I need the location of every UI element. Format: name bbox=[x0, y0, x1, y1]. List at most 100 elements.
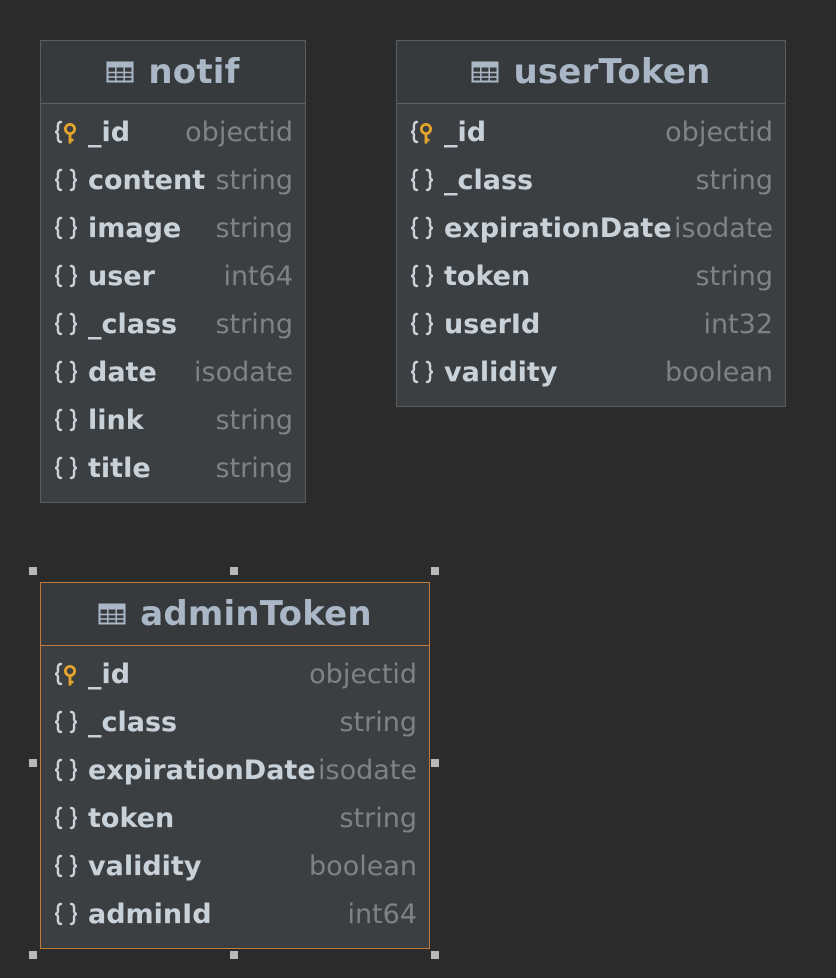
resize-handle[interactable] bbox=[230, 951, 238, 959]
field-row[interactable]: content string bbox=[41, 156, 305, 204]
field-row[interactable]: link string bbox=[41, 396, 305, 444]
field-row[interactable]: _class string bbox=[41, 300, 305, 348]
braces-icon bbox=[54, 360, 78, 384]
field-type: string bbox=[339, 706, 417, 738]
field-row[interactable]: _class string bbox=[41, 698, 429, 746]
key-icon bbox=[54, 662, 76, 686]
braces-icon bbox=[54, 168, 78, 192]
field-row[interactable]: validity boolean bbox=[41, 842, 429, 890]
field-type: string bbox=[695, 260, 773, 292]
field-type: string bbox=[215, 404, 293, 436]
entity-userToken[interactable]: userToken _id objectid _class string expirati… bbox=[396, 40, 786, 407]
field-name: expirationDate bbox=[444, 212, 672, 244]
table-icon bbox=[106, 61, 134, 83]
field-type: objectid bbox=[185, 116, 293, 148]
field-name: _class bbox=[88, 706, 178, 738]
field-row[interactable]: token string bbox=[41, 794, 429, 842]
entity-header[interactable]: userToken bbox=[397, 41, 785, 104]
field-name: userId bbox=[444, 308, 541, 340]
braces-icon bbox=[54, 710, 78, 734]
resize-handle[interactable] bbox=[29, 951, 37, 959]
field-row[interactable]: adminId int64 bbox=[41, 890, 429, 938]
field-name: token bbox=[88, 802, 175, 834]
field-row[interactable]: expirationDate isodate bbox=[397, 204, 785, 252]
field-name: token bbox=[444, 260, 531, 292]
field-row[interactable]: validity boolean bbox=[397, 348, 785, 396]
key-icon bbox=[410, 120, 432, 144]
field-type: string bbox=[339, 802, 417, 834]
field-row[interactable]: _class string bbox=[397, 156, 785, 204]
field-type: int64 bbox=[223, 260, 293, 292]
braces-icon bbox=[54, 854, 78, 878]
field-row[interactable]: image string bbox=[41, 204, 305, 252]
table-icon bbox=[471, 61, 499, 83]
entity-title: notif bbox=[148, 52, 240, 92]
field-row[interactable]: _id objectid bbox=[41, 108, 305, 156]
field-row[interactable]: user int64 bbox=[41, 252, 305, 300]
resize-handle[interactable] bbox=[29, 567, 37, 575]
field-type: isodate bbox=[318, 754, 417, 786]
field-name: _class bbox=[88, 308, 178, 340]
field-name: title bbox=[88, 452, 151, 484]
braces-icon bbox=[54, 902, 78, 926]
resize-handle[interactable] bbox=[431, 951, 439, 959]
field-row[interactable]: token string bbox=[397, 252, 785, 300]
field-type: objectid bbox=[665, 116, 773, 148]
field-name: link bbox=[88, 404, 144, 436]
field-type: int64 bbox=[347, 898, 417, 930]
field-row[interactable]: date isodate bbox=[41, 348, 305, 396]
field-name: _class bbox=[444, 164, 534, 196]
field-name: validity bbox=[444, 356, 558, 388]
field-type: string bbox=[215, 452, 293, 484]
field-type: boolean bbox=[665, 356, 773, 388]
field-name: date bbox=[88, 356, 157, 388]
braces-icon bbox=[410, 168, 434, 192]
braces-icon bbox=[54, 312, 78, 336]
braces-icon bbox=[410, 216, 434, 240]
braces-icon bbox=[410, 312, 434, 336]
field-type: objectid bbox=[309, 658, 417, 690]
entity-title: userToken bbox=[513, 52, 711, 92]
field-name: _id bbox=[88, 116, 131, 148]
entity-header[interactable]: notif bbox=[41, 41, 305, 104]
field-type: isodate bbox=[194, 356, 293, 388]
field-name: adminId bbox=[88, 898, 212, 930]
field-type: string bbox=[695, 164, 773, 196]
field-name: _id bbox=[444, 116, 487, 148]
field-type: string bbox=[215, 212, 293, 244]
entity-notif[interactable]: notif _id objectid content string image string… bbox=[40, 40, 306, 503]
resize-handle[interactable] bbox=[431, 567, 439, 575]
resize-handle[interactable] bbox=[431, 759, 439, 767]
field-type: isodate bbox=[674, 212, 773, 244]
braces-icon bbox=[54, 456, 78, 480]
field-type: string bbox=[215, 308, 293, 340]
braces-icon bbox=[54, 264, 78, 288]
field-type: boolean bbox=[309, 850, 417, 882]
field-row[interactable]: _id objectid bbox=[41, 650, 429, 698]
key-icon bbox=[54, 120, 76, 144]
field-name: _id bbox=[88, 658, 131, 690]
braces-icon bbox=[54, 216, 78, 240]
braces-icon bbox=[410, 360, 434, 384]
braces-icon bbox=[54, 758, 78, 782]
braces-icon bbox=[410, 264, 434, 288]
resize-handle[interactable] bbox=[29, 759, 37, 767]
field-name: validity bbox=[88, 850, 202, 882]
field-name: user bbox=[88, 260, 155, 292]
field-row[interactable]: userId int32 bbox=[397, 300, 785, 348]
field-row[interactable]: title string bbox=[41, 444, 305, 492]
entity-title: adminToken bbox=[140, 594, 372, 634]
field-type: int32 bbox=[703, 308, 773, 340]
resize-handle[interactable] bbox=[230, 567, 238, 575]
braces-icon bbox=[54, 408, 78, 432]
field-type: string bbox=[215, 164, 293, 196]
field-name: content bbox=[88, 164, 206, 196]
table-icon bbox=[98, 603, 126, 625]
field-name: image bbox=[88, 212, 182, 244]
entity-adminToken[interactable]: adminToken _id objectid _class string expirat… bbox=[40, 582, 430, 949]
braces-icon bbox=[54, 806, 78, 830]
field-row[interactable]: expirationDate isodate bbox=[41, 746, 429, 794]
field-row[interactable]: _id objectid bbox=[397, 108, 785, 156]
field-name: expirationDate bbox=[88, 754, 316, 786]
entity-header[interactable]: adminToken bbox=[41, 583, 429, 646]
